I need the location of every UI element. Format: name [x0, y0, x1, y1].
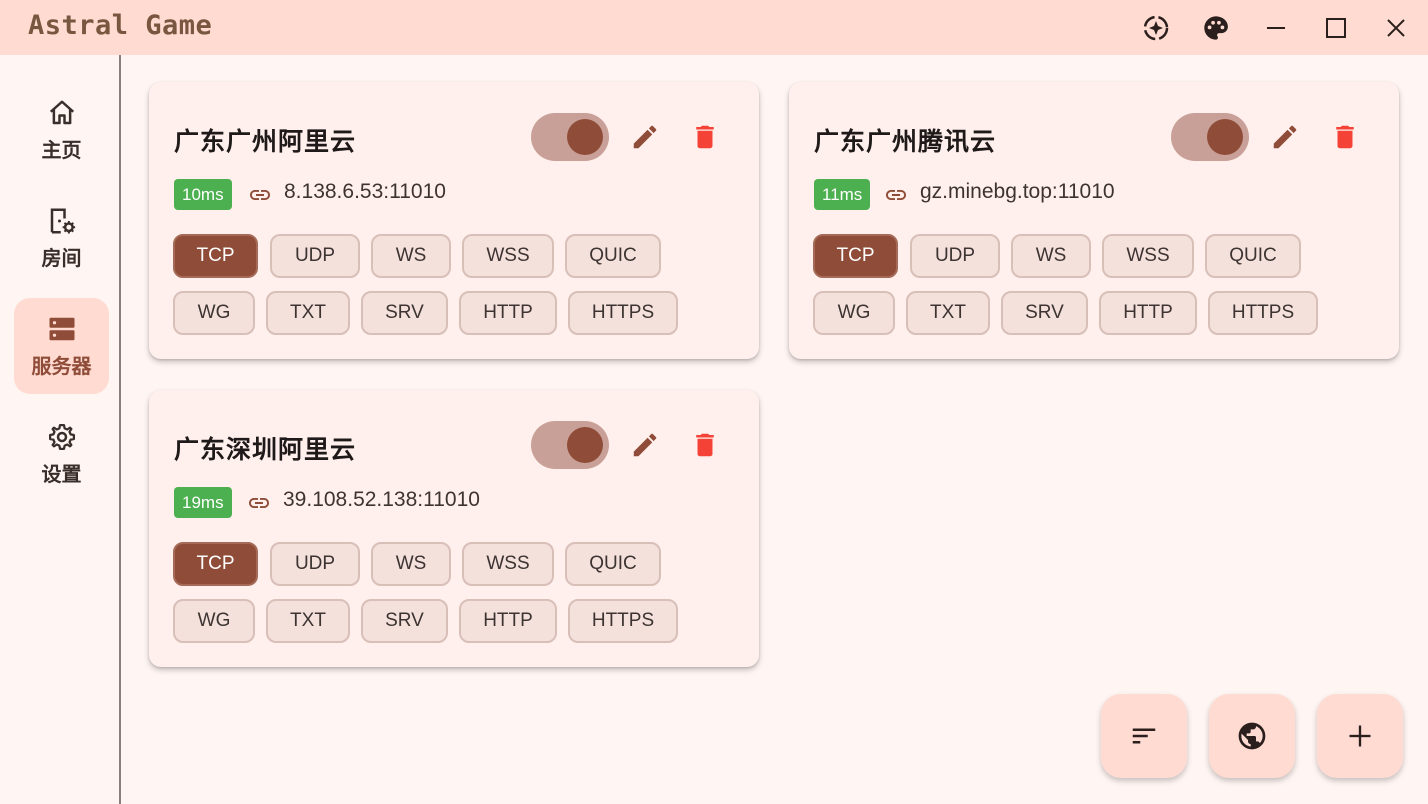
server-enable-toggle[interactable] — [1171, 113, 1249, 161]
app-title: Astral Game — [28, 10, 213, 41]
protocol-chip-quic[interactable]: QUIC — [565, 234, 661, 278]
protocol-chip-srv[interactable]: SRV — [1001, 291, 1088, 335]
protocol-chip-tcp[interactable]: TCP — [173, 234, 258, 278]
help-sparkle-icon — [1143, 15, 1169, 41]
title-bar: Astral Game — [0, 0, 1428, 55]
protocol-chip-srv[interactable]: SRV — [361, 599, 448, 643]
sort-icon — [1132, 728, 1156, 744]
delete-button[interactable] — [687, 119, 723, 155]
add-server-button[interactable] — [1317, 694, 1403, 778]
pencil-icon — [1273, 125, 1297, 149]
room-settings-icon — [50, 208, 75, 233]
sidebar-item-room[interactable]: 房间 — [14, 190, 109, 286]
protocol-chip-wss[interactable]: WSS — [462, 234, 554, 278]
toggle-knob — [567, 119, 603, 155]
sidebar: 主页 房间 服务器 设置 — [0, 55, 121, 804]
delete-button[interactable] — [1327, 119, 1363, 155]
sidebar-item-label: 服务器 — [31, 355, 92, 378]
latency-badge: 10ms — [174, 179, 232, 210]
protocol-chip-wg[interactable]: WG — [173, 599, 255, 643]
toggle-knob — [1207, 119, 1243, 155]
globe-icon — [1238, 722, 1266, 750]
theme-palette-button[interactable] — [1196, 8, 1236, 48]
server-name: 广东深圳阿里云 — [174, 436, 357, 464]
sidebar-item-server[interactable]: 服务器 — [14, 298, 109, 394]
trash-icon — [696, 433, 714, 457]
delete-button[interactable] — [687, 427, 723, 463]
server-card: 广东深圳阿里云 19ms 39.108.52.138:11010 TCP UDP… — [149, 390, 759, 667]
pencil-icon — [633, 125, 657, 149]
close-button[interactable] — [1376, 8, 1416, 48]
protocol-chip-quic[interactable]: QUIC — [565, 542, 661, 586]
latency-badge: 19ms — [174, 487, 232, 518]
server-icon — [49, 317, 74, 340]
link-icon — [249, 498, 269, 508]
protocol-chip-ws[interactable]: WS — [1011, 234, 1091, 278]
maximize-button[interactable] — [1316, 8, 1356, 48]
sidebar-item-label: 设置 — [41, 463, 82, 486]
protocol-chip-txt[interactable]: TXT — [266, 291, 350, 335]
latency-badge: 11ms — [814, 179, 871, 210]
palette-icon — [1204, 16, 1228, 40]
help-sparkle-button[interactable] — [1136, 8, 1176, 48]
minimize-icon — [1267, 27, 1285, 29]
edit-button[interactable] — [627, 427, 663, 463]
protocol-chip-http[interactable]: HTTP — [459, 599, 557, 643]
server-address: gz.minebg.top:11010 — [920, 180, 1115, 203]
minimize-button[interactable] — [1256, 8, 1296, 48]
protocol-chip-srv[interactable]: SRV — [361, 291, 448, 335]
protocol-chip-wg[interactable]: WG — [173, 291, 255, 335]
pencil-icon — [633, 433, 657, 457]
sidebar-item-label: 主页 — [41, 139, 82, 162]
toggle-knob — [567, 427, 603, 463]
protocol-chip-quic[interactable]: QUIC — [1205, 234, 1301, 278]
protocol-chip-http[interactable]: HTTP — [1099, 291, 1197, 335]
server-enable-toggle[interactable] — [531, 421, 609, 469]
close-icon — [1387, 19, 1405, 37]
sort-button[interactable] — [1101, 694, 1187, 778]
server-name: 广东广州阿里云 — [174, 128, 357, 156]
protocol-chip-txt[interactable]: TXT — [266, 599, 350, 643]
protocol-chip-wss[interactable]: WSS — [1102, 234, 1194, 278]
protocol-chip-tcp[interactable]: TCP — [813, 234, 898, 278]
public-server-button[interactable] — [1209, 694, 1295, 778]
protocol-chip-https[interactable]: HTTPS — [1208, 291, 1318, 335]
protocol-chip-https[interactable]: HTTPS — [568, 599, 678, 643]
trash-icon — [1336, 125, 1354, 149]
protocol-chip-ws[interactable]: WS — [371, 234, 451, 278]
maximize-icon — [1326, 18, 1346, 38]
protocol-chip-wg[interactable]: WG — [813, 291, 895, 335]
sidebar-item-label: 房间 — [41, 247, 82, 270]
gear-icon — [48, 423, 75, 450]
server-address: 39.108.52.138:11010 — [283, 488, 480, 511]
link-icon — [886, 190, 906, 200]
protocol-chip-http[interactable]: HTTP — [459, 291, 557, 335]
protocol-chip-udp[interactable]: UDP — [270, 542, 360, 586]
protocol-chip-txt[interactable]: TXT — [906, 291, 990, 335]
link-icon — [250, 190, 270, 200]
server-address: 8.138.6.53:11010 — [284, 180, 446, 203]
protocol-chip-https[interactable]: HTTPS — [568, 291, 678, 335]
sidebar-item-settings[interactable]: 设置 — [14, 406, 109, 502]
add-icon — [1349, 725, 1371, 747]
protocol-chip-ws[interactable]: WS — [371, 542, 451, 586]
server-card: 广东广州阿里云 10ms 8.138.6.53:11010 TCP UDP WS… — [149, 82, 759, 359]
edit-button[interactable] — [1267, 119, 1303, 155]
sidebar-item-home[interactable]: 主页 — [14, 82, 109, 178]
home-icon — [49, 100, 74, 124]
edit-button[interactable] — [627, 119, 663, 155]
protocol-chip-udp[interactable]: UDP — [270, 234, 360, 278]
protocol-chip-udp[interactable]: UDP — [910, 234, 1000, 278]
protocol-chip-tcp[interactable]: TCP — [173, 542, 258, 586]
trash-icon — [696, 125, 714, 149]
protocol-chip-wss[interactable]: WSS — [462, 542, 554, 586]
server-card: 广东广州腾讯云 11ms gz.minebg.top:11010 TCP UDP… — [789, 82, 1399, 359]
server-enable-toggle[interactable] — [531, 113, 609, 161]
server-name: 广东广州腾讯云 — [814, 128, 997, 156]
